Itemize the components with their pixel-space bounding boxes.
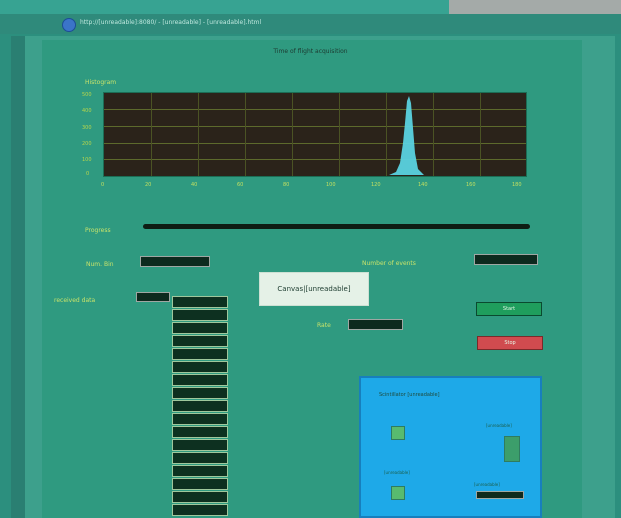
- rate-label: Rate: [317, 322, 331, 329]
- list-item: [172, 296, 228, 308]
- y-tick-label: 500: [82, 92, 92, 98]
- y-tick-label: 200: [82, 141, 92, 147]
- x-tick-label: 60: [237, 182, 244, 188]
- list-item: [172, 361, 228, 373]
- number-of-events-input[interactable]: [474, 254, 538, 265]
- list-item: [172, 387, 228, 399]
- list-item: [172, 491, 228, 503]
- x-tick-label: 120: [371, 182, 381, 188]
- subpanel-label-right: [unreadable]: [486, 423, 512, 428]
- x-tick-label: 40: [191, 182, 198, 188]
- address-bar[interactable]: http://[unreadable]:8080/ - [unreadable]…: [0, 14, 621, 34]
- subpanel-indicator: [476, 491, 524, 499]
- led-icon: [391, 426, 405, 440]
- list-item: [172, 374, 228, 386]
- list-item: [172, 322, 228, 334]
- list-item: [172, 348, 228, 360]
- progress-label: Progress: [85, 227, 111, 234]
- subpanel-label-left: [unreadable]: [384, 470, 410, 475]
- x-tick-label: 180: [512, 182, 522, 188]
- window-left-edge: [11, 36, 25, 518]
- y-tick-label: 400: [82, 108, 92, 114]
- window-topbar: [0, 0, 621, 14]
- list-item: [172, 413, 228, 425]
- list-item: [172, 309, 228, 321]
- received-data-label: received data: [54, 297, 96, 304]
- x-tick-label: 100: [326, 182, 336, 188]
- subpanel-label-bottom-right: [unreadable]: [474, 482, 500, 487]
- histogram-chart: [103, 92, 527, 177]
- y-tick-label: 300: [82, 125, 92, 131]
- list-item: [172, 465, 228, 477]
- histogram-peak: [374, 96, 444, 175]
- x-tick-label: 160: [466, 182, 476, 188]
- histogram-label: Histogram: [85, 79, 117, 86]
- list-item: [172, 504, 228, 516]
- progress-bar: [143, 224, 530, 229]
- y-tick-label: 100: [82, 157, 92, 163]
- panel-title: Time of flight acquisition: [273, 48, 348, 55]
- x-tick-label: 20: [145, 182, 152, 188]
- x-tick-label: 80: [283, 182, 290, 188]
- list-item: [172, 335, 228, 347]
- list-item: [172, 439, 228, 451]
- rate-indicator: [348, 319, 403, 330]
- num-bin-label: Num. Bin: [86, 261, 114, 268]
- y-tick-label: 0: [86, 171, 90, 177]
- num-bin-input[interactable]: [140, 256, 210, 267]
- x-tick-label: 140: [418, 182, 428, 188]
- globe-icon: [62, 18, 76, 32]
- x-tick-label: 0: [101, 182, 105, 188]
- list-item: [172, 478, 228, 490]
- led-icon: [504, 436, 520, 462]
- scintillator-subpanel: Scintillator [unreadable] [unreadable] […: [359, 376, 542, 518]
- start-button[interactable]: Start: [476, 302, 542, 316]
- stop-button[interactable]: Stop: [477, 336, 543, 350]
- received-data-index[interactable]: [136, 292, 170, 302]
- led-icon: [391, 486, 405, 500]
- status-indicator: Canvas|[unreadable]: [259, 272, 369, 306]
- list-item: [172, 452, 228, 464]
- list-item: [172, 426, 228, 438]
- number-of-events-label: Number of events: [362, 260, 416, 267]
- address-url[interactable]: http://[unreadable]:8080/ - [unreadable]…: [80, 19, 261, 26]
- topbar-gray-area: [449, 0, 621, 14]
- list-item: [172, 400, 228, 412]
- subpanel-title: Scintillator [unreadable]: [379, 392, 440, 398]
- received-data-list: [172, 296, 228, 517]
